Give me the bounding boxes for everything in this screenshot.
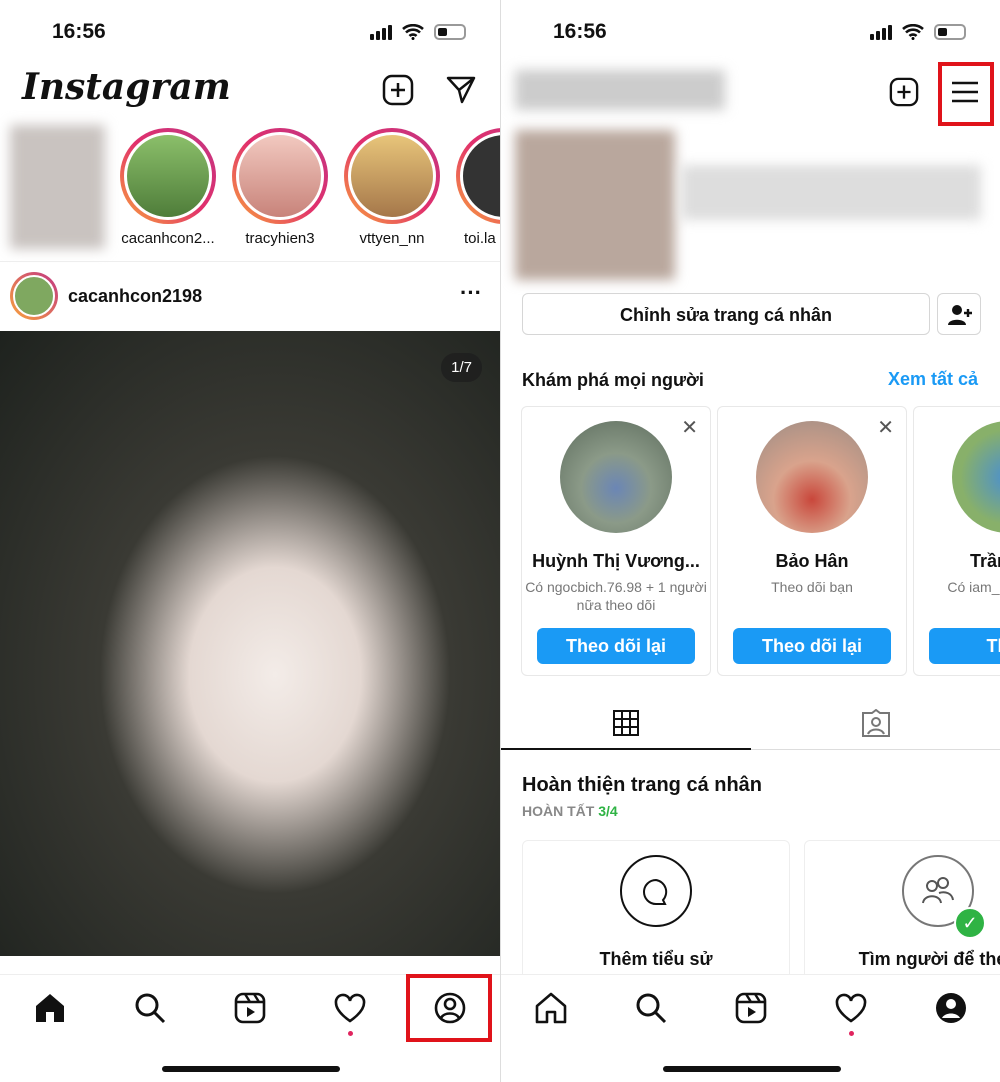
profile-highlight-box (406, 974, 492, 1042)
profile-icon[interactable] (934, 991, 968, 1025)
wifi-icon (902, 24, 924, 40)
follow-back-button[interactable]: Theo dõi lại (537, 628, 695, 664)
suggestion-avatar (952, 421, 1000, 533)
bottom-nav (501, 974, 1000, 1082)
reels-icon[interactable] (233, 991, 267, 1025)
battery-icon (934, 24, 966, 40)
search-icon[interactable] (634, 991, 668, 1025)
battery-icon (434, 24, 466, 40)
tab-grid[interactable] (501, 690, 751, 750)
username-blurred (515, 70, 725, 110)
new-post-icon[interactable] (889, 77, 919, 107)
follow-back-button[interactable]: Theo (929, 628, 1000, 664)
suggestion-card[interactable]: ✕ Bảo Hân Theo dõi bạn Theo dõi lại (717, 406, 907, 676)
profile-avatar-blurred[interactable] (515, 130, 675, 280)
feed-screen: 16:56 Instagram cacanhcon2... tracyhien3… (0, 0, 500, 1082)
search-icon[interactable] (133, 991, 167, 1025)
profile-stats-blurred (681, 165, 981, 220)
complete-progress: HOÀN TẤT 3/4 (522, 803, 618, 819)
suggestion-card[interactable]: ✕ Huỳnh Thị Vương... Có ngocbich.76.98 + 1… (521, 406, 711, 676)
add-user-icon (948, 305, 972, 325)
add-user-button[interactable] (937, 293, 981, 335)
home-indicator (162, 1066, 340, 1072)
status-time: 16:56 (52, 20, 106, 43)
suggestion-avatar (756, 421, 868, 533)
menu-highlight-box (938, 62, 994, 126)
grid-icon (613, 710, 639, 736)
direct-message-icon[interactable] (446, 75, 476, 105)
complete-profile-title: Hoàn thiện trang cá nhân (522, 774, 763, 796)
more-options-icon[interactable]: ··· (460, 280, 482, 306)
heart-icon[interactable] (333, 991, 367, 1025)
profile-screen: 16:56 Chỉnh sửa trang cá nhân Khám phá m… (500, 0, 1000, 1082)
post-counter: 1/7 (441, 353, 482, 382)
close-icon[interactable]: ✕ (681, 415, 698, 440)
story-item[interactable]: toi.la (456, 128, 500, 247)
signal-icon (870, 24, 892, 40)
instagram-logo: Instagram (22, 66, 231, 108)
speech-bubble-icon (620, 855, 692, 927)
people-icon: ✓ (902, 855, 986, 939)
story-item[interactable]: vttyen_nn (344, 128, 440, 247)
post-avatar[interactable] (10, 272, 58, 320)
status-icons (370, 24, 466, 40)
home-icon[interactable] (534, 991, 568, 1025)
follow-back-button[interactable]: Theo dõi lại (733, 628, 891, 664)
tagged-icon (862, 709, 890, 737)
see-all-link[interactable]: Xem tất cả (888, 369, 978, 390)
suggestion-avatar (560, 421, 672, 533)
tab-tagged[interactable] (751, 690, 1000, 750)
check-icon: ✓ (954, 907, 986, 939)
story-item[interactable]: cacanhcon2... (120, 128, 216, 247)
status-time: 16:56 (553, 20, 607, 43)
close-icon[interactable]: ✕ (877, 415, 894, 440)
status-icons (870, 24, 966, 40)
post-username[interactable]: cacanhcon2198 (68, 286, 202, 307)
post-image[interactable]: 1/7 (0, 331, 500, 956)
suggestion-card[interactable]: Trần PhaCó iam_c người nữTheo (913, 406, 1000, 676)
story-item[interactable]: tracyhien3 (232, 128, 328, 247)
home-icon[interactable] (33, 991, 67, 1025)
reels-icon[interactable] (734, 991, 768, 1025)
discover-title: Khám phá mọi người (522, 370, 704, 390)
heart-icon[interactable] (834, 991, 868, 1025)
signal-icon (370, 24, 392, 40)
notification-dot (348, 1031, 353, 1036)
home-indicator (663, 1066, 841, 1072)
edit-profile-button[interactable]: Chỉnh sửa trang cá nhân (522, 293, 930, 335)
notification-dot (849, 1031, 854, 1036)
story-own[interactable] (10, 125, 106, 249)
new-post-icon[interactable] (382, 74, 414, 106)
wifi-icon (402, 24, 424, 40)
